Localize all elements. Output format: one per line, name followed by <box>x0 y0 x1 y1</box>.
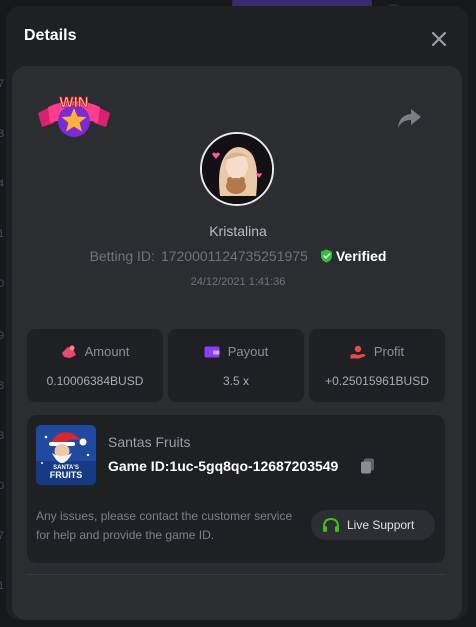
background-digit: 7 <box>0 530 5 542</box>
anime-girl-avatar-icon <box>202 134 272 204</box>
bottom-divider <box>27 574 445 575</box>
background-digit: 4 <box>0 178 5 190</box>
amount-stat-header: Amount <box>27 344 163 359</box>
payout-label: Payout <box>227 344 269 359</box>
game-thumbnail: SANTA'S FRUITS <box>36 425 96 485</box>
bet-date: 24/12/2021 1:41:36 <box>190 276 286 288</box>
win-badge: WIN <box>34 87 114 147</box>
payout-stat-header: Payout <box>168 344 304 359</box>
amount-value: 0.10006384BUSD <box>46 374 144 388</box>
avatar <box>200 132 274 206</box>
win-badge-text: WIN <box>59 94 88 111</box>
profit-stat-card: Profit +0.25015961BUSD <box>309 329 445 402</box>
thumb-text-fruits: FRUITS <box>50 470 83 480</box>
profit-label: Profit <box>373 344 405 359</box>
profit-value: +0.25015961BUSD <box>325 374 429 388</box>
share-button[interactable] <box>395 104 423 132</box>
background-digit: 3 <box>0 128 5 140</box>
verified-label: Verified <box>335 248 387 264</box>
background-digit: 3 <box>0 430 5 442</box>
copy-game-id-button[interactable] <box>359 457 377 475</box>
background-digit: 1 <box>0 580 5 592</box>
amount-stat-card: Amount 0.10006384BUSD <box>27 329 163 402</box>
verified-shield-icon <box>320 249 332 263</box>
live-support-button[interactable]: Live Support <box>311 510 435 540</box>
profit-hand-icon <box>350 345 366 359</box>
game-name: Santas Fruits <box>108 434 191 450</box>
copy-icon[interactable] <box>359 457 377 475</box>
payout-value: 3.5 x <box>222 374 249 388</box>
betting-id-line: Betting ID: 1720001124735251975 Verified <box>0 248 476 264</box>
close-icon[interactable] <box>426 26 452 52</box>
modal-header: Details <box>6 6 468 66</box>
win-star-badge-icon: WIN <box>38 94 110 137</box>
background-digit: 8 <box>0 380 5 392</box>
player-username: Kristalina <box>209 223 267 239</box>
game-id-value: 1uc-5gq8qo-12687203549 <box>169 458 339 474</box>
game-id-label: Game ID: <box>108 458 170 474</box>
modal-title: Details <box>24 27 77 44</box>
live-support-label[interactable]: Live Support <box>347 518 414 532</box>
headset-icon[interactable] <box>322 517 340 534</box>
santas-fruits-thumbnail-icon: SANTA'S FRUITS <box>36 425 96 485</box>
share-icon[interactable] <box>395 104 423 132</box>
background-digit: 9 <box>0 330 5 342</box>
betting-id-value: 1720001124735251975 <box>160 248 308 264</box>
amount-icon <box>61 345 76 358</box>
background-digit: 0 <box>0 480 5 492</box>
profit-stat-header: Profit <box>309 344 445 359</box>
game-id-line: Game ID:1uc-5gq8qo-12687203549 <box>108 458 338 474</box>
wallet-icon <box>204 346 220 358</box>
support-issue-text: Any issues, please contact the customer … <box>36 509 293 542</box>
background-digit: 7 <box>0 78 5 90</box>
betting-id-label: Betting ID: <box>89 248 155 264</box>
payout-stat-card: Payout 3.5 x <box>168 329 304 402</box>
close-button[interactable] <box>426 26 452 52</box>
amount-label: Amount <box>84 344 130 359</box>
